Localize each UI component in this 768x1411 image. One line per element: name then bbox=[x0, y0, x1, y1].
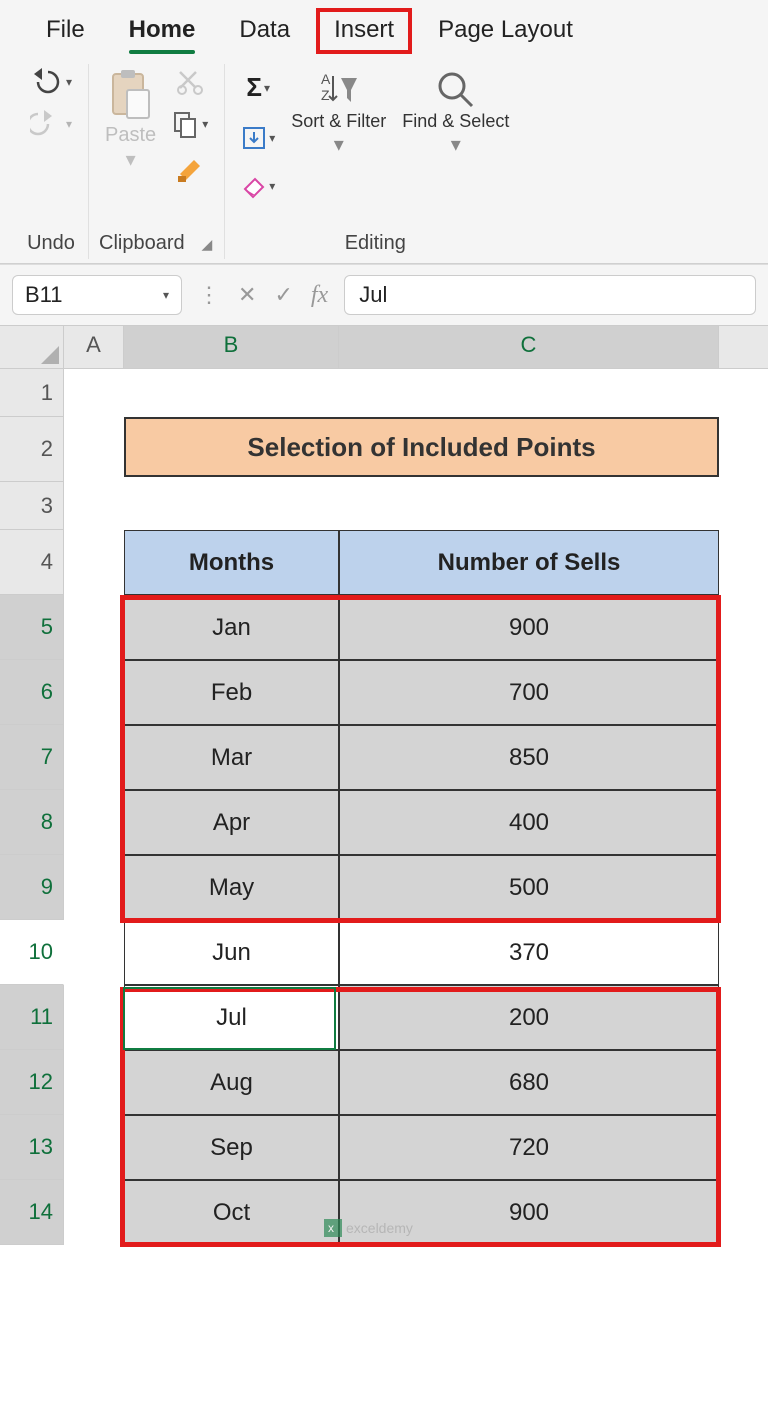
watermark: x exceldemy bbox=[324, 1219, 413, 1237]
chevron-down-icon: ▾ bbox=[66, 75, 72, 89]
group-label-clipboard: Clipboard bbox=[99, 228, 185, 257]
row-headers: 1 2 3 4 5 6 7 8 9 10 11 12 13 14 bbox=[0, 369, 64, 1245]
tab-file[interactable]: File bbox=[28, 8, 103, 54]
select-all-corner[interactable] bbox=[0, 326, 64, 368]
row-header[interactable]: 10 bbox=[0, 920, 64, 985]
data-cell[interactable]: Apr bbox=[124, 790, 339, 855]
column-headers: A B C bbox=[0, 326, 768, 369]
row-header[interactable]: 8 bbox=[0, 790, 64, 855]
sort-filter-button[interactable]: A Z Sort & Filter ▾ bbox=[285, 64, 392, 161]
sort-filter-label: Sort & Filter bbox=[291, 112, 386, 132]
group-editing: Σ▾ ▾ ▾ A Z bbox=[225, 64, 525, 259]
chevron-down-icon: ▾ bbox=[202, 117, 208, 131]
autosum-button[interactable]: Σ▾ bbox=[240, 68, 276, 107]
grid-body: 1 2 3 4 5 6 7 8 9 10 11 12 13 14 Selecti… bbox=[0, 369, 768, 1245]
tab-data[interactable]: Data bbox=[221, 8, 308, 54]
row-header[interactable]: 12 bbox=[0, 1050, 64, 1115]
tab-insert[interactable]: Insert bbox=[316, 8, 412, 54]
scissors-icon bbox=[176, 68, 204, 96]
data-cell[interactable]: May bbox=[124, 855, 339, 920]
tab-pagelayout[interactable]: Page Layout bbox=[420, 8, 591, 54]
redo-button[interactable]: ▾ bbox=[24, 106, 78, 142]
copy-button[interactable]: ▾ bbox=[166, 106, 214, 142]
data-cell[interactable]: Feb bbox=[124, 660, 339, 725]
copy-icon bbox=[172, 110, 200, 138]
clipboard-icon bbox=[107, 68, 155, 124]
chevron-down-icon: ▾ bbox=[66, 117, 72, 131]
svg-text:x: x bbox=[328, 1221, 334, 1235]
clear-button[interactable]: ▾ bbox=[235, 169, 281, 203]
paste-label: Paste bbox=[105, 124, 156, 147]
col-header-B[interactable]: B bbox=[124, 326, 339, 368]
data-cell[interactable]: Mar bbox=[124, 725, 339, 790]
formula-bar: B11 ▾ ⋮ ✕ ✓ fx Jul bbox=[0, 264, 768, 326]
chevron-down-icon: ▾ bbox=[126, 147, 136, 172]
fill-button[interactable]: ▾ bbox=[235, 121, 281, 155]
data-cell[interactable]: 700 bbox=[339, 660, 719, 725]
data-cell[interactable]: Jan bbox=[124, 595, 339, 660]
data-cell[interactable]: 200 bbox=[339, 985, 719, 1050]
dialog-launcher-icon[interactable]: ◢ bbox=[201, 236, 214, 257]
svg-text:A: A bbox=[321, 71, 331, 87]
row-header[interactable]: 4 bbox=[0, 530, 64, 595]
paste-button[interactable]: Paste ▾ bbox=[99, 64, 162, 176]
data-cell[interactable]: Jun bbox=[124, 920, 339, 985]
chevron-down-icon[interactable]: ▾ bbox=[163, 288, 169, 302]
format-painter-button[interactable] bbox=[168, 148, 212, 188]
data-cell[interactable]: 900 bbox=[339, 595, 719, 660]
row-header[interactable]: 14 bbox=[0, 1180, 64, 1245]
row-header[interactable]: 9 bbox=[0, 855, 64, 920]
data-cell[interactable]: Jul bbox=[124, 985, 339, 1050]
eraser-icon bbox=[241, 173, 267, 199]
svg-text:Z: Z bbox=[321, 87, 330, 103]
sort-filter-icon: A Z bbox=[317, 68, 361, 112]
group-clipboard: Paste ▾ ▾ Clipboard bbox=[89, 64, 225, 259]
data-cell[interactable]: 850 bbox=[339, 725, 719, 790]
data-cell[interactable]: 720 bbox=[339, 1115, 719, 1180]
search-icon bbox=[434, 68, 478, 112]
fill-down-icon bbox=[241, 125, 267, 151]
row-header[interactable]: 5 bbox=[0, 595, 64, 660]
data-cell[interactable]: 370 bbox=[339, 920, 719, 985]
row-header[interactable]: 13 bbox=[0, 1115, 64, 1180]
row-header[interactable]: 11 bbox=[0, 985, 64, 1050]
row-header[interactable]: 7 bbox=[0, 725, 64, 790]
ribbon-body: ▾ ▾ Undo Paste bbox=[0, 54, 768, 263]
tab-home[interactable]: Home bbox=[111, 8, 214, 54]
col-header-C[interactable]: C bbox=[339, 326, 719, 368]
group-undo: ▾ ▾ Undo bbox=[14, 64, 89, 259]
enter-icon[interactable]: ✓ bbox=[274, 282, 292, 309]
group-label-undo: Undo bbox=[27, 228, 75, 257]
name-box-value: B11 bbox=[25, 282, 63, 308]
row-header[interactable]: 6 bbox=[0, 660, 64, 725]
cut-button[interactable] bbox=[170, 64, 210, 100]
name-box[interactable]: B11 ▾ bbox=[12, 275, 182, 315]
row-header[interactable]: 3 bbox=[0, 482, 64, 530]
data-cell[interactable]: Sep bbox=[124, 1115, 339, 1180]
data-cell[interactable]: 680 bbox=[339, 1050, 719, 1115]
row-header[interactable]: 1 bbox=[0, 369, 64, 417]
divider-icon: ⋮ bbox=[198, 282, 220, 309]
find-select-label: Find & Select bbox=[402, 112, 509, 132]
data-cell[interactable]: Aug bbox=[124, 1050, 339, 1115]
cells-area[interactable]: Selection of Included Points Months Numb… bbox=[64, 369, 768, 1245]
find-select-button[interactable]: Find & Select ▾ bbox=[396, 64, 515, 161]
col-header-A[interactable]: A bbox=[64, 326, 124, 368]
row-header[interactable]: 2 bbox=[0, 417, 64, 482]
group-label-editing: Editing bbox=[345, 228, 406, 257]
data-cell[interactable]: 500 bbox=[339, 855, 719, 920]
title-cell[interactable]: Selection of Included Points bbox=[124, 417, 719, 477]
cancel-icon[interactable]: ✕ bbox=[238, 282, 256, 309]
ribbon-tabs: File Home Data Insert Page Layout bbox=[0, 0, 768, 54]
data-cell[interactable]: Oct bbox=[124, 1180, 339, 1245]
data-cell[interactable]: 400 bbox=[339, 790, 719, 855]
brush-icon bbox=[174, 152, 206, 184]
header-sells[interactable]: Number of Sells bbox=[339, 530, 719, 595]
header-months[interactable]: Months bbox=[124, 530, 339, 595]
fx-icon[interactable]: fx bbox=[311, 282, 328, 309]
formula-input[interactable]: Jul bbox=[344, 275, 756, 315]
undo-button[interactable]: ▾ bbox=[24, 64, 78, 100]
